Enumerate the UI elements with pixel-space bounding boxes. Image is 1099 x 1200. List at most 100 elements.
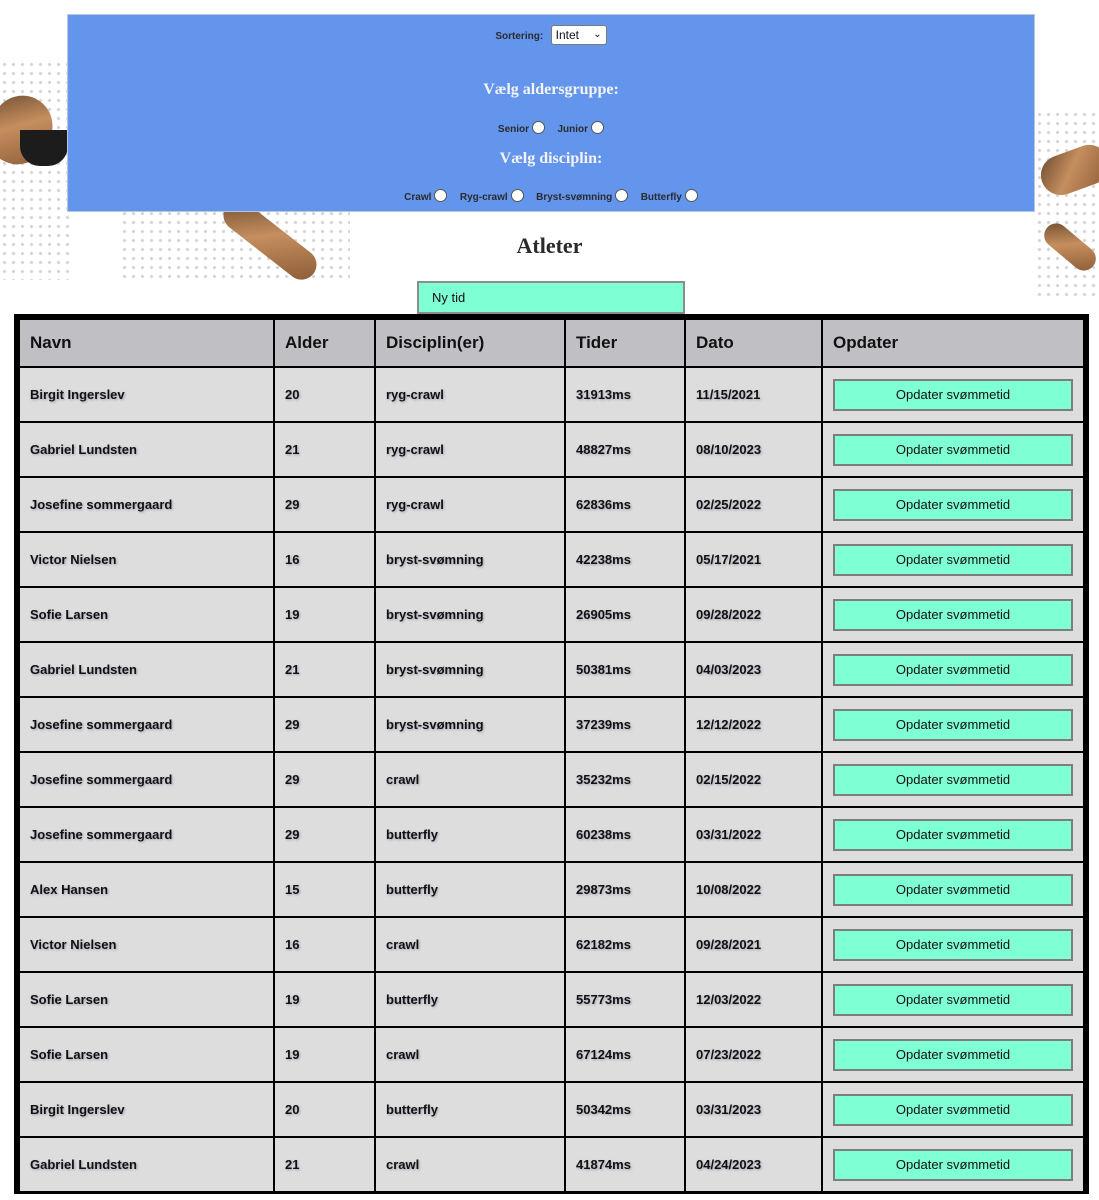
cell-update: Opdater svømmetid <box>821 861 1085 918</box>
age-radio-senior[interactable] <box>532 121 546 135</box>
discipline-option-crawl[interactable]: Crawl <box>404 187 448 205</box>
cell-age: 29 <box>273 696 376 753</box>
age-option-senior[interactable]: Senior <box>498 119 546 137</box>
discipline-radio-bryst-svomning[interactable] <box>615 189 629 203</box>
table-row: Birgit Ingerslev 20 butterfly 50342ms 03/31/… <box>18 1081 1085 1138</box>
cell-update: Opdater svømmetid <box>821 586 1085 643</box>
cell-discipline: ryg-crawl <box>374 421 566 478</box>
cell-age: 20 <box>273 366 376 423</box>
cell-update: Opdater svømmetid <box>821 641 1085 698</box>
cell-name: Sofie Larsen <box>18 586 275 643</box>
update-swim-time-button[interactable]: Opdater svømmetid <box>833 708 1073 741</box>
cell-discipline: bryst-svømning <box>374 586 566 643</box>
cell-date: 11/15/2021 <box>684 366 823 423</box>
athletes-table: Navn Alder Disciplin(er) Tider Dato Opda… <box>14 314 1089 1194</box>
age-group-heading: Vælg aldersgruppe: <box>483 81 619 98</box>
cell-discipline: ryg-crawl <box>374 476 566 533</box>
cell-discipline: butterfly <box>374 971 566 1028</box>
cell-update: Opdater svømmetid <box>821 421 1085 478</box>
cell-age: 16 <box>273 916 376 973</box>
update-swim-time-button[interactable]: Opdater svømmetid <box>833 1148 1073 1181</box>
age-radio-junior[interactable] <box>591 121 605 135</box>
cell-discipline: bryst-svømning <box>374 531 566 588</box>
filter-panel: Sortering: Intet ⌄ Vælg aldersgruppe: Sen… <box>67 14 1035 212</box>
table-row: Josefine sommergaard 29 crawl 35232ms 02/15/… <box>18 751 1085 808</box>
cell-age: 21 <box>273 641 376 698</box>
cell-name: Gabriel Lundsten <box>18 641 275 698</box>
cell-discipline: bryst-svømning <box>374 641 566 698</box>
cell-update: Opdater svømmetid <box>821 1081 1085 1138</box>
cell-time: 48827ms <box>564 421 686 478</box>
cell-date: 04/24/2023 <box>684 1136 823 1193</box>
cell-age: 19 <box>273 1026 376 1083</box>
update-swim-time-button[interactable]: Opdater svømmetid <box>833 818 1073 851</box>
update-swim-time-button[interactable]: Opdater svømmetid <box>833 488 1073 521</box>
discipline-option-butterfly[interactable]: Butterfly <box>641 187 698 205</box>
discipline-option-bryst-svomning-label: Bryst-svømning <box>536 192 613 203</box>
cell-update: Opdater svømmetid <box>821 531 1085 588</box>
discipline-heading: Vælg disciplin: <box>499 150 603 167</box>
table-row: Victor Nielsen 16 crawl 62182ms 09/28/2021 Op… <box>18 916 1085 973</box>
update-swim-time-button[interactable]: Opdater svømmetid <box>833 1038 1073 1071</box>
table-row: Sofie Larsen 19 butterfly 55773ms 12/03/2022… <box>18 971 1085 1028</box>
update-swim-time-button[interactable]: Opdater svømmetid <box>833 598 1073 631</box>
chevron-down-icon: ⌄ <box>593 29 602 40</box>
update-swim-time-button[interactable]: Opdater svømmetid <box>833 653 1073 686</box>
cell-time: 26905ms <box>564 586 686 643</box>
cell-update: Opdater svømmetid <box>821 696 1085 753</box>
table-row: Sofie Larsen 19 crawl 67124ms 07/23/2022 Opda… <box>18 1026 1085 1083</box>
discipline-option-bryst-svomning[interactable]: Bryst-svømning <box>536 187 629 205</box>
table-row: Josefine sommergaard 29 butterfly 60238ms 03… <box>18 806 1085 863</box>
age-option-junior-label: Junior <box>557 124 589 135</box>
cell-name: Josefine sommergaard <box>18 751 275 808</box>
cell-time: 29873ms <box>564 861 686 918</box>
cell-name: Sofie Larsen <box>18 971 275 1028</box>
table-row: Sofie Larsen 19 bryst-svømning 26905ms 09/28… <box>18 586 1085 643</box>
cell-age: 21 <box>273 421 376 478</box>
table-row: Alex Hansen 15 butterfly 29873ms 10/08/2022 O… <box>18 861 1085 918</box>
cell-age: 19 <box>273 971 376 1028</box>
cell-date: 12/03/2022 <box>684 971 823 1028</box>
cell-age: 15 <box>273 861 376 918</box>
discipline-radio-butterfly[interactable] <box>684 189 698 203</box>
update-swim-time-button[interactable]: Opdater svømmetid <box>833 983 1073 1016</box>
cell-time: 55773ms <box>564 971 686 1028</box>
discipline-radio-ryg-crawl[interactable] <box>510 189 524 203</box>
age-option-junior[interactable]: Junior <box>558 119 605 137</box>
table-body: Birgit Ingerslev 20 ryg-crawl 31913ms 11/15/… <box>18 366 1085 1193</box>
cell-date: 08/10/2023 <box>684 421 823 478</box>
cell-date: 04/03/2023 <box>684 641 823 698</box>
table-row: Gabriel Lundsten 21 crawl 41874ms 04/24/2023… <box>18 1136 1085 1193</box>
update-swim-time-button[interactable]: Opdater svømmetid <box>833 928 1073 961</box>
background-swimmer-arm-left <box>0 84 64 176</box>
table-row: Gabriel Lundsten 21 bryst-svømning 50381ms 0… <box>18 641 1085 698</box>
cell-name: Gabriel Lundsten <box>18 421 275 478</box>
update-swim-time-button[interactable]: Opdater svømmetid <box>833 1093 1073 1126</box>
cell-time: 50381ms <box>564 641 686 698</box>
sort-select[interactable]: Intet ⌄ <box>550 25 607 45</box>
discipline-option-ryg-crawl[interactable]: Ryg-crawl <box>460 187 524 205</box>
cell-age: 29 <box>273 806 376 863</box>
new-time-input[interactable]: Ny tid <box>417 281 685 314</box>
update-swim-time-button[interactable]: Opdater svømmetid <box>833 433 1073 466</box>
cell-name: Sofie Larsen <box>18 1026 275 1083</box>
cell-time: 37239ms <box>564 696 686 753</box>
update-swim-time-button[interactable]: Opdater svømmetid <box>833 873 1073 906</box>
cell-name: Alex Hansen <box>18 861 275 918</box>
cell-name: Birgit Ingerslev <box>18 366 275 423</box>
update-swim-time-button[interactable]: Opdater svømmetid <box>833 543 1073 576</box>
update-swim-time-button[interactable]: Opdater svømmetid <box>833 763 1073 796</box>
update-swim-time-button[interactable]: Opdater svømmetid <box>833 378 1073 411</box>
cell-update: Opdater svømmetid <box>821 1026 1085 1083</box>
cell-time: 50342ms <box>564 1081 686 1138</box>
background-swimmer-arm-right <box>1035 139 1099 201</box>
cell-time: 62836ms <box>564 476 686 533</box>
cell-name: Gabriel Lundsten <box>18 1136 275 1193</box>
cell-update: Opdater svømmetid <box>821 751 1085 808</box>
cell-name: Victor Nielsen <box>18 531 275 588</box>
cell-age: 21 <box>273 1136 376 1193</box>
discipline-radio-crawl[interactable] <box>434 189 448 203</box>
table-row: Birgit Ingerslev 20 ryg-crawl 31913ms 11/15/… <box>18 366 1085 423</box>
table-header-row: Navn Alder Disciplin(er) Tider Dato Opda… <box>18 318 1085 368</box>
cell-discipline: butterfly <box>374 1081 566 1138</box>
